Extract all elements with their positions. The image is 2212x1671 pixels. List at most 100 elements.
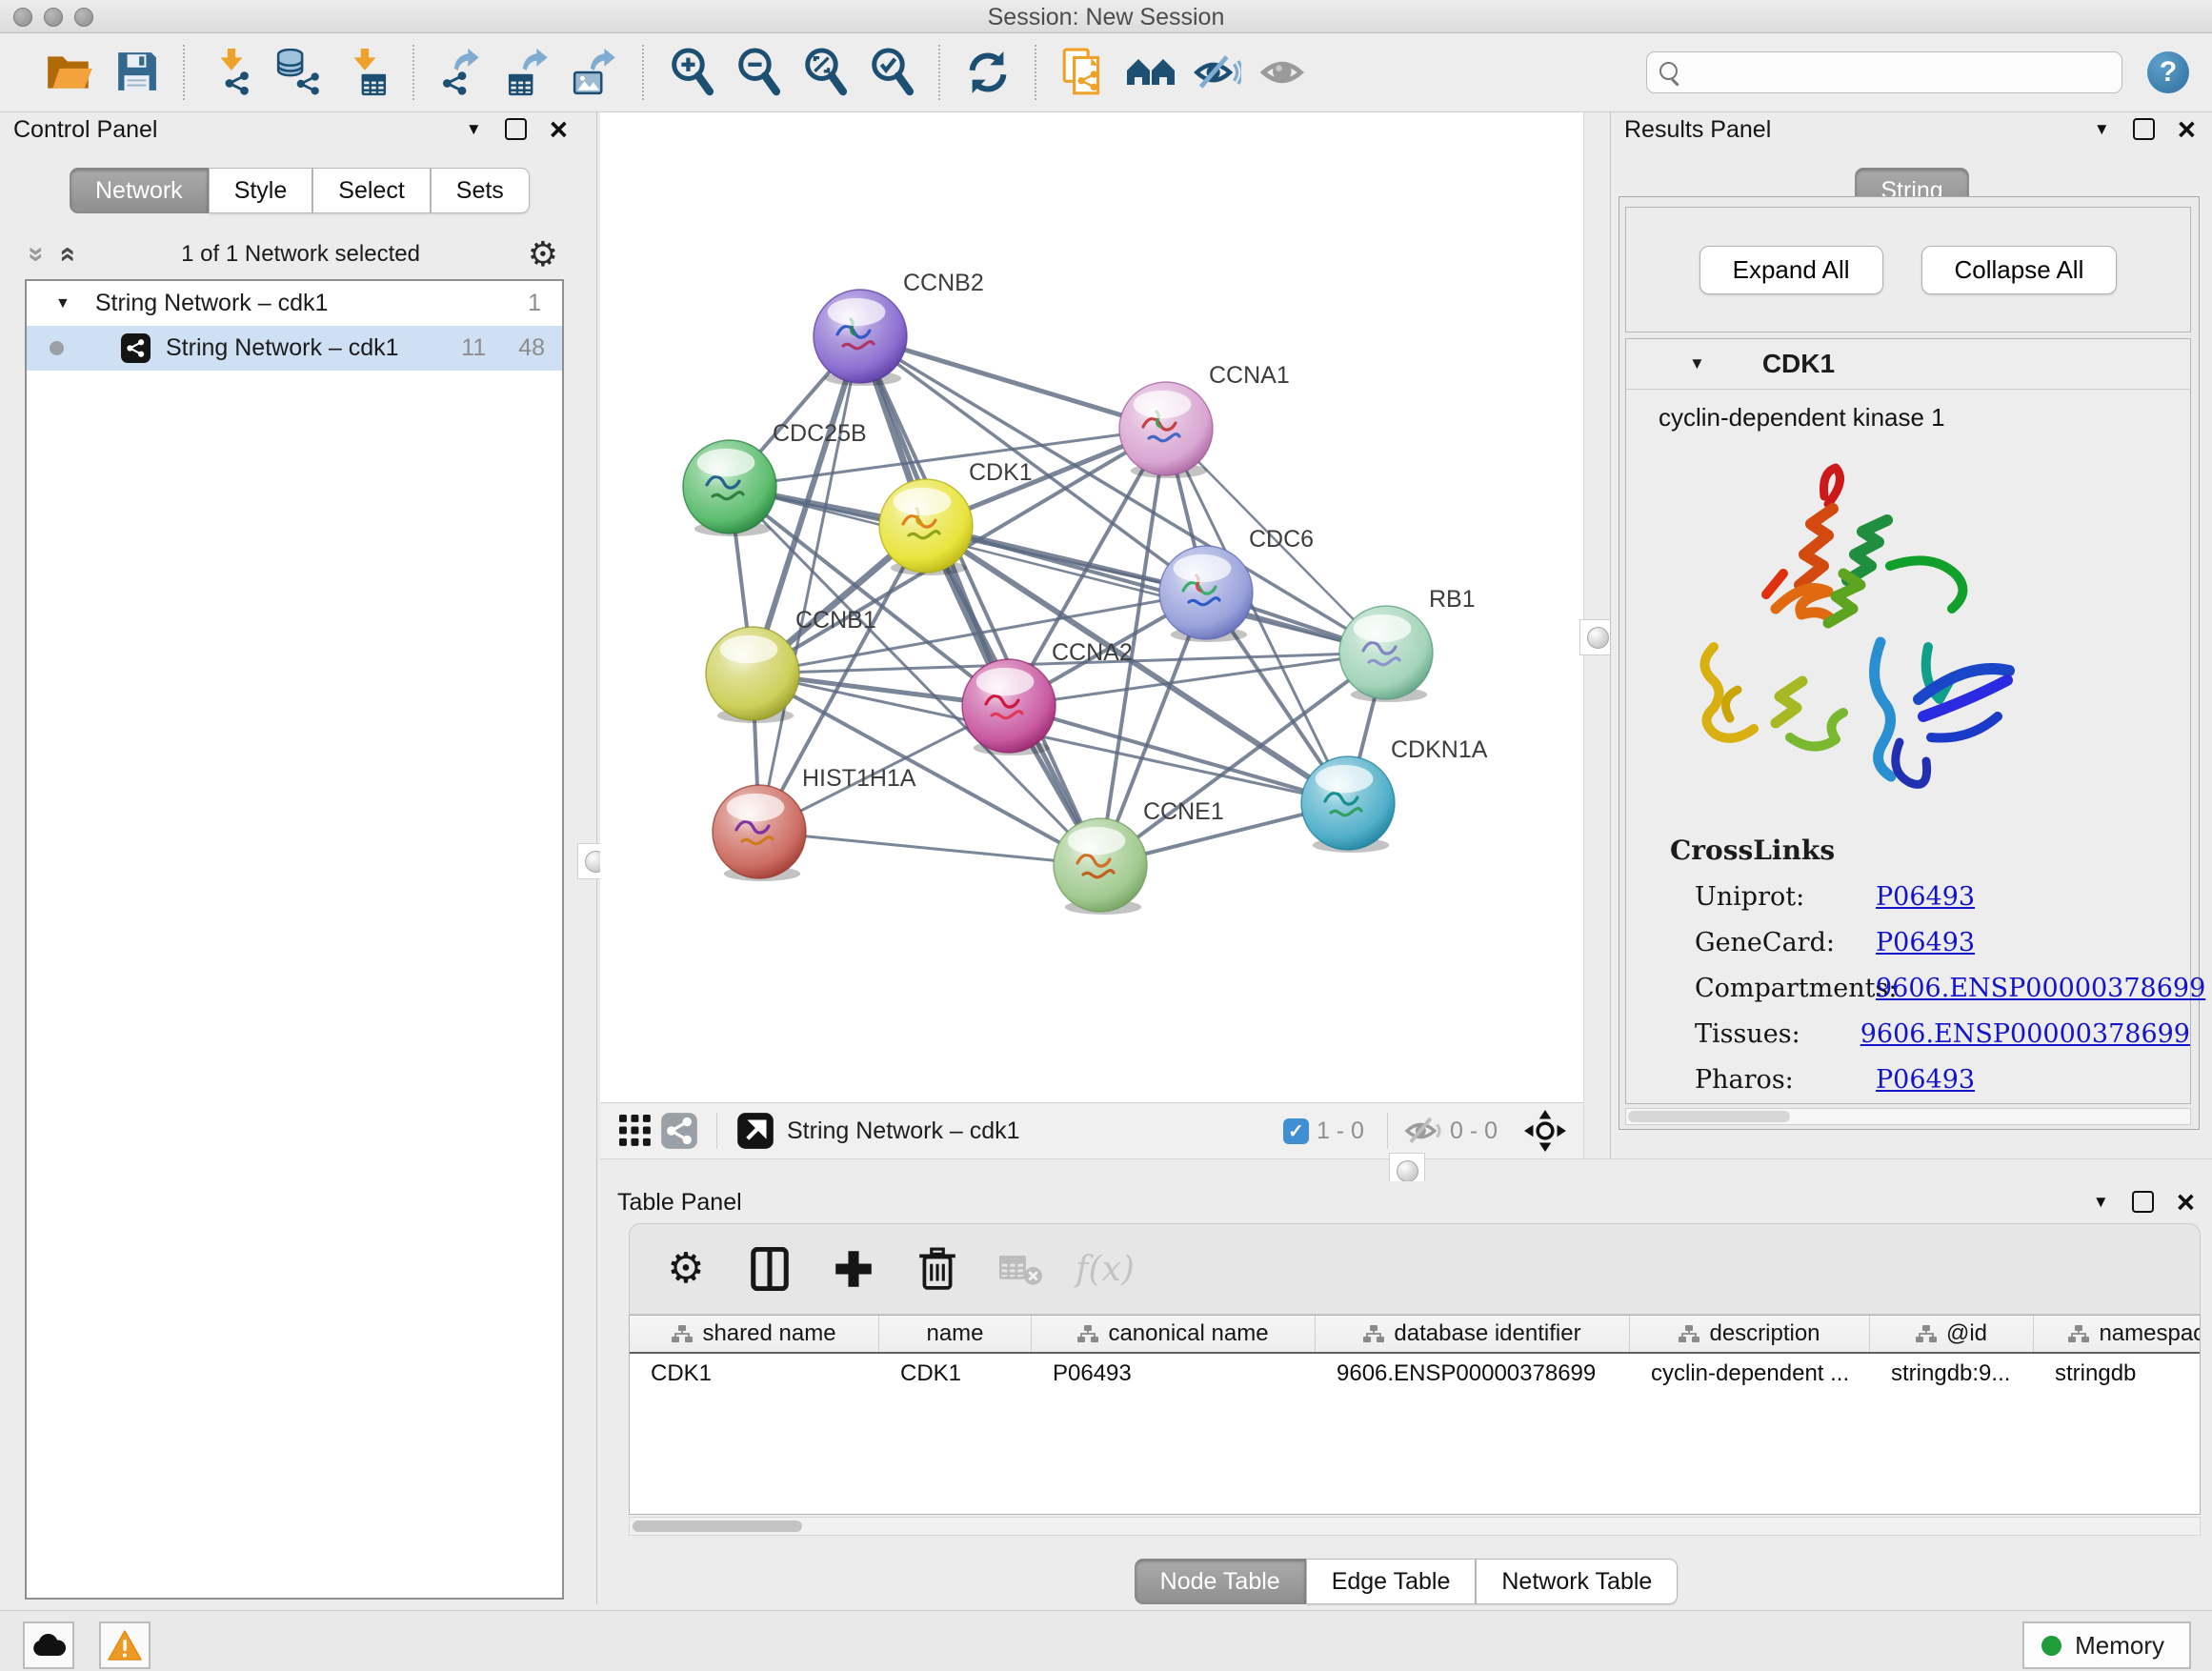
network-style-view-icon[interactable] xyxy=(657,1109,701,1153)
node-CCNA1[interactable] xyxy=(1119,382,1213,478)
search-input[interactable] xyxy=(1646,51,2122,93)
expand-all-button[interactable]: Expand All xyxy=(1699,246,1883,294)
results-panel-close-icon[interactable]: × xyxy=(2178,120,2196,139)
column-header-canonical-name[interactable]: canonical name xyxy=(1032,1316,1316,1352)
columns-icon[interactable] xyxy=(742,1241,797,1297)
table-panel-close-icon[interactable]: × xyxy=(2177,1193,2195,1212)
results-panel-menu-icon[interactable]: ▼ xyxy=(2094,120,2110,139)
show-items-icon[interactable] xyxy=(1257,46,1311,99)
node-CDKN1A[interactable] xyxy=(1301,756,1395,853)
zoom-selected-icon[interactable] xyxy=(865,46,918,99)
node-CDK1[interactable] xyxy=(879,479,973,575)
network-options-gear-icon[interactable]: ⚙ xyxy=(528,234,558,274)
import-network-icon[interactable] xyxy=(206,46,259,99)
control-panel-menu-icon[interactable]: ▼ xyxy=(466,120,482,139)
fit-content-crosshair-icon[interactable] xyxy=(1520,1106,1570,1156)
help-button[interactable]: ? xyxy=(2147,51,2189,93)
control-panel-float-icon[interactable] xyxy=(505,118,527,140)
houses-icon[interactable] xyxy=(1124,46,1177,99)
column-header-database-identifier[interactable]: database identifier xyxy=(1316,1316,1630,1352)
gear-icon[interactable]: ⚙ xyxy=(658,1241,714,1297)
warnings-button[interactable] xyxy=(99,1621,151,1669)
control-panel-close-icon[interactable]: × xyxy=(550,120,568,139)
toolbar-icon-group xyxy=(36,45,1317,100)
table-panel-menu-icon[interactable]: ▼ xyxy=(2093,1193,2109,1212)
duplicate-network-icon[interactable] xyxy=(1057,46,1111,99)
refresh-icon[interactable] xyxy=(961,46,1015,99)
tab-edge-table[interactable]: Edge Table xyxy=(1306,1559,1477,1604)
edge-CCNB2-HIST1H1A[interactable] xyxy=(759,336,860,832)
hidden-count: 0 - 0 xyxy=(1450,1117,1498,1145)
plus-icon[interactable] xyxy=(826,1241,881,1297)
crosslink-label: Tissues: xyxy=(1695,1019,1860,1049)
tab-style[interactable]: Style xyxy=(209,168,313,213)
grid-view-icon[interactable] xyxy=(613,1109,657,1153)
trash-icon[interactable] xyxy=(910,1241,965,1297)
table-cell[interactable]: cyclin-dependent ... xyxy=(1630,1354,1870,1394)
crosslink-row: Compartments: 9606.ENSP00000378699 xyxy=(1626,974,2190,1003)
crosslink-link[interactable]: 9606.ENSP00000378699 xyxy=(1860,1019,2190,1049)
node-label-CDC6: CDC6 xyxy=(1249,526,1314,553)
edge-CCNB2-CCNA1[interactable] xyxy=(860,336,1166,429)
column-header-namespace[interactable]: namespace xyxy=(2034,1316,2201,1352)
table-horizontal-scrollbar[interactable] xyxy=(629,1517,2201,1536)
zoom-in-icon[interactable] xyxy=(665,46,718,99)
collection-expander-icon[interactable]: ▼ xyxy=(55,295,70,312)
results-horizontal-scrollbar[interactable] xyxy=(1625,1108,2191,1125)
node-CDC6[interactable] xyxy=(1159,546,1253,642)
hidden-items-eye-icon[interactable] xyxy=(1404,1115,1442,1147)
automation-cloud-button[interactable] xyxy=(23,1621,74,1669)
table-cell[interactable]: CDK1 xyxy=(879,1354,1032,1394)
table-cell[interactable]: P06493 xyxy=(1032,1354,1316,1394)
crosslink-link[interactable]: P06493 xyxy=(1876,928,1975,957)
memory-label: Memory xyxy=(2075,1631,2164,1661)
network-type-icon xyxy=(121,333,151,363)
results-panel-float-icon[interactable] xyxy=(2133,118,2155,140)
network-view[interactable]: CCNB2CCNA1CDC25BCDC6RB1CCNB1CCNA2CDKN1AH… xyxy=(600,112,1583,1102)
collapse-all-networks-icon[interactable]: » xyxy=(20,247,52,263)
network-row-selected[interactable]: String Network – cdk1 11 48 xyxy=(27,326,562,371)
node-label-HIST1H1A: HIST1H1A xyxy=(802,765,916,792)
table-cell[interactable]: CDK1 xyxy=(630,1354,879,1394)
node-HIST1H1A[interactable] xyxy=(713,785,806,881)
node-CCNA2[interactable] xyxy=(962,659,1056,755)
tab-node-table[interactable]: Node Table xyxy=(1135,1559,1306,1604)
column-header-name[interactable]: name xyxy=(879,1316,1032,1352)
export-network-icon[interactable] xyxy=(435,46,489,99)
tab-network[interactable]: Network xyxy=(70,168,209,213)
crosslink-label: Pharos: xyxy=(1695,1065,1876,1095)
column-header-@id[interactable]: @id xyxy=(1870,1316,2034,1352)
column-header-description[interactable]: description xyxy=(1630,1316,1870,1352)
export-image-icon[interactable] xyxy=(569,46,622,99)
hide-items-icon[interactable] xyxy=(1191,46,1244,99)
import-database-icon[interactable] xyxy=(272,46,326,99)
open-session-icon[interactable] xyxy=(43,46,96,99)
crosslink-link[interactable]: P06493 xyxy=(1876,1065,1975,1095)
memory-button[interactable]: Memory xyxy=(2022,1621,2191,1669)
table-cell[interactable]: 9606.ENSP00000378699 xyxy=(1316,1354,1630,1394)
import-table-icon[interactable] xyxy=(339,46,392,99)
node-CCNE1[interactable] xyxy=(1054,818,1147,915)
collapse-all-button[interactable]: Collapse All xyxy=(1921,246,2118,294)
gene-section-header[interactable]: ▼ CDK1 xyxy=(1626,339,2190,390)
crosslink-link[interactable]: 9606.ENSP00000378699 xyxy=(1876,974,2205,1003)
tab-select[interactable]: Select xyxy=(312,168,430,213)
crosslink-link[interactable]: P06493 xyxy=(1876,882,1975,912)
network-collection-row[interactable]: ▼ String Network – cdk1 1 xyxy=(27,281,562,326)
node-RB1[interactable] xyxy=(1339,606,1433,702)
tab-sets[interactable]: Sets xyxy=(431,168,530,213)
birdseye-view-icon[interactable] xyxy=(734,1109,777,1153)
selected-items-checkbox[interactable]: ✓ xyxy=(1283,1118,1309,1144)
table-cell[interactable]: stringdb:9... xyxy=(1870,1354,2034,1394)
gene-expander-icon[interactable]: ▼ xyxy=(1689,354,1705,373)
save-session-icon[interactable] xyxy=(110,46,163,99)
table-panel-float-icon[interactable] xyxy=(2132,1191,2154,1213)
expand-all-networks-icon[interactable]: » xyxy=(50,247,82,263)
column-header-shared-name[interactable]: shared name xyxy=(630,1316,879,1352)
tab-network-table[interactable]: Network Table xyxy=(1476,1559,1678,1604)
zoom-out-icon[interactable] xyxy=(732,46,785,99)
zoom-fit-icon[interactable] xyxy=(798,46,852,99)
export-table-icon[interactable] xyxy=(502,46,555,99)
node-label-RB1: RB1 xyxy=(1429,586,1476,613)
table-cell[interactable]: stringdb xyxy=(2034,1354,2201,1394)
